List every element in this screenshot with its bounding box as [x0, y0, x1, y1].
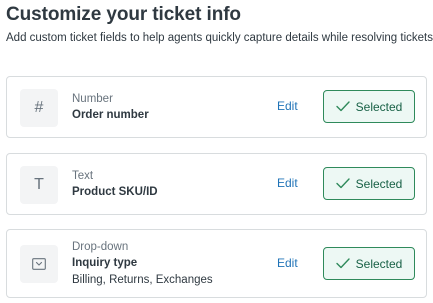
edit-link[interactable]: Edit — [277, 99, 298, 113]
field-options-label: Billing, Returns, Exchanges — [72, 274, 213, 286]
checkmark-icon — [335, 101, 350, 112]
page-title: Customize your ticket info — [6, 4, 241, 25]
selected-button[interactable]: Selected — [323, 167, 415, 200]
field-type-label: Text — [72, 170, 94, 182]
field-name-label: Order number — [72, 109, 149, 121]
field-type-label: Drop-down — [72, 241, 129, 253]
text-t-glyph: T — [34, 176, 44, 193]
customize-ticket-info-page: Customize your ticket info Add custom ti… — [0, 0, 433, 303]
ticket-field-card-dropdown: Drop-down Inquiry type Billing, Returns,… — [6, 229, 427, 298]
ticket-field-card-text: T Text Product SKU/ID Edit Selected — [6, 153, 427, 215]
selected-button[interactable]: Selected — [323, 247, 415, 280]
dropdown-box-svg — [32, 258, 46, 270]
selected-button[interactable]: Selected — [323, 90, 415, 123]
selected-button-label: Selected — [355, 99, 403, 114]
selected-button-label: Selected — [355, 176, 403, 191]
field-type-label: Number — [72, 93, 113, 105]
field-text: Text Product SKU/ID — [72, 169, 158, 201]
checkmark-icon — [335, 178, 350, 189]
field-text: Number Order number — [72, 92, 149, 124]
hash-icon: # — [20, 89, 58, 127]
edit-link[interactable]: Edit — [277, 256, 298, 270]
checkmark-icon — [335, 258, 350, 269]
edit-link[interactable]: Edit — [277, 176, 298, 190]
field-name-label: Inquiry type — [72, 257, 138, 269]
field-name-label: Product SKU/ID — [72, 186, 158, 198]
dropdown-box-icon — [20, 245, 58, 283]
text-t-icon: T — [20, 166, 58, 204]
selected-button-label: Selected — [355, 256, 403, 271]
field-text: Drop-down Inquiry type Billing, Returns,… — [72, 240, 213, 289]
hash-glyph: # — [34, 99, 44, 116]
page-subtitle: Add custom ticket fields to help agents … — [6, 32, 433, 44]
ticket-field-card-number: # Number Order number Edit Selected — [6, 76, 427, 138]
